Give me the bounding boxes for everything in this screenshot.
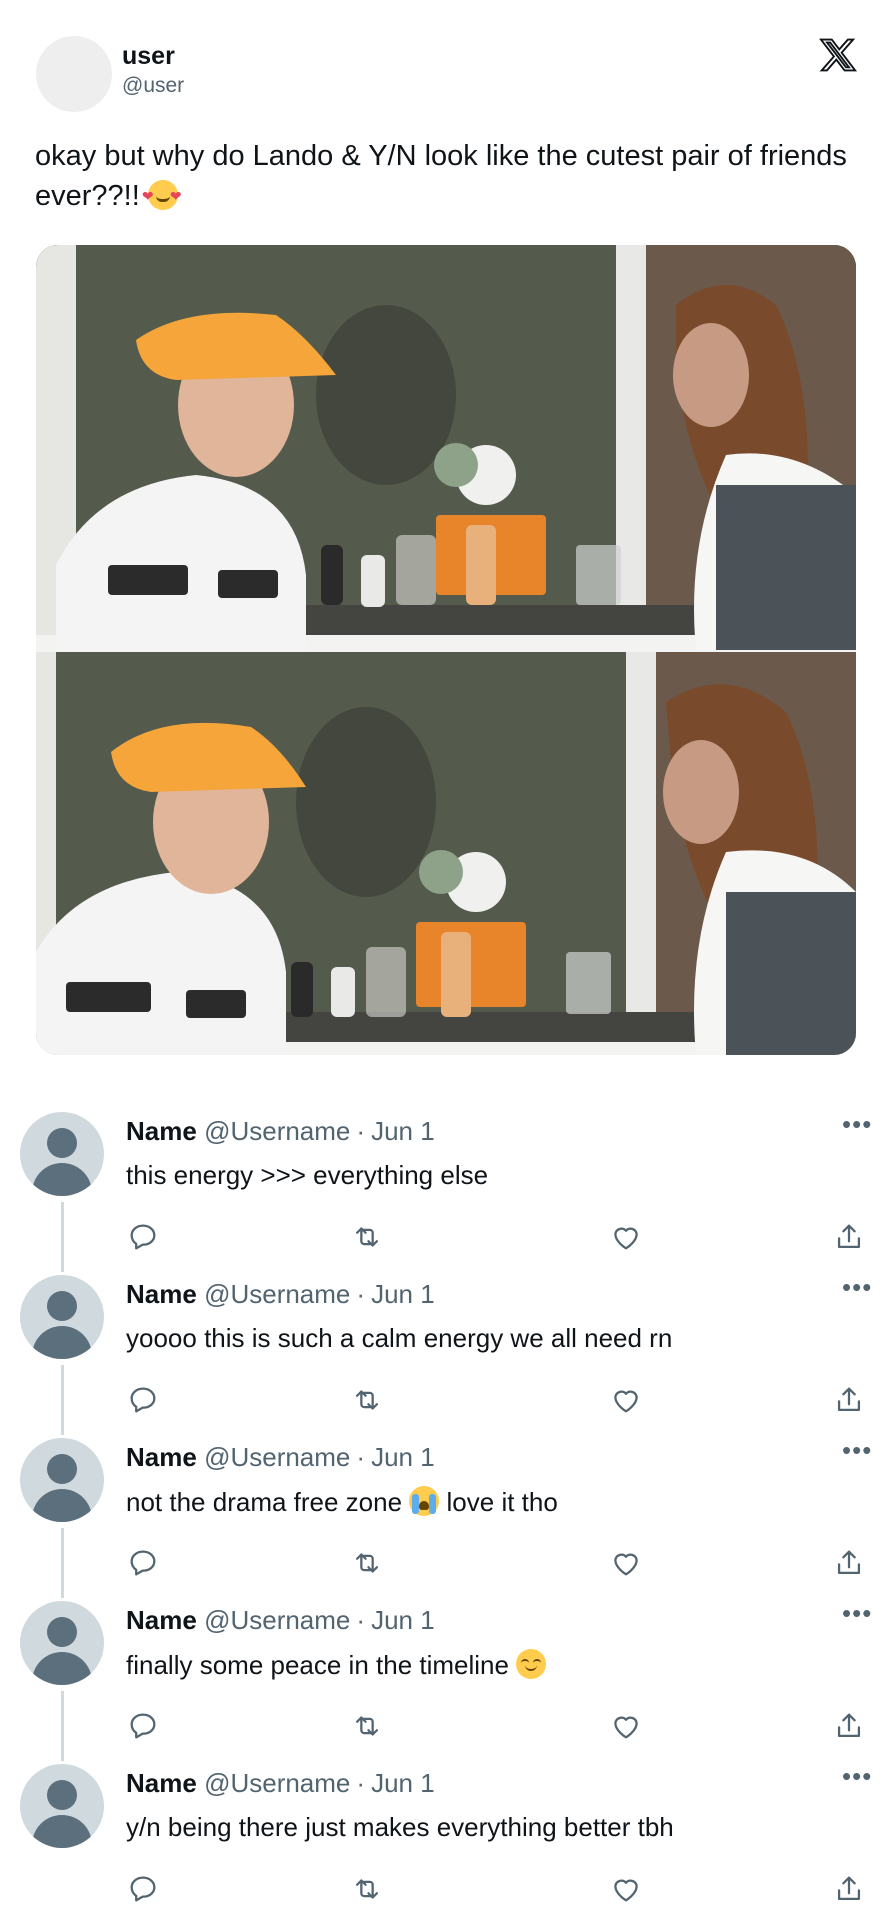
reply-separator: · [356,1116,366,1146]
reply-text: y/n being there just makes everything be… [126,1812,674,1842]
retweet-icon[interactable] [350,1872,384,1906]
reply-date[interactable]: Jun 1 [371,1116,435,1146]
reply-avatar[interactable] [20,1275,104,1359]
reply-username[interactable]: @Username [204,1279,350,1309]
avatar-head [47,1454,77,1484]
like-icon[interactable] [609,1220,643,1254]
tweet-photo-2[interactable] [36,652,856,1055]
reply-item[interactable]: Name @Username · Jun 1 ••• not the drama f… [0,1437,893,1601]
reply-date[interactable]: Jun 1 [371,1768,435,1798]
reply-date[interactable]: Jun 1 [371,1605,435,1635]
photo-1-illustration [36,245,856,650]
smiling-face-with-hearts-emoji: ❤ ❤ [142,180,182,210]
reply-meta: Name @Username · Jun 1 [126,1442,435,1473]
avatar-body [32,1652,92,1685]
reply-icon[interactable] [126,1709,160,1743]
tweet-media-grid[interactable] [36,245,856,1055]
more-options-icon[interactable]: ••• [842,1763,872,1789]
author-display-name[interactable]: user [122,42,175,71]
more-options-icon[interactable]: ••• [842,1111,872,1137]
tweet-header: user @user [0,0,893,140]
x-logo-icon[interactable] [818,36,858,74]
reply-meta: Name @Username · Jun 1 [126,1605,435,1636]
reply-text: this energy >>> everything else [126,1160,489,1190]
reply-item[interactable]: Name @Username · Jun 1 ••• finally some pe… [0,1600,893,1764]
reply-name[interactable]: Name [126,1442,197,1472]
reply-name[interactable]: Name [126,1768,197,1798]
reply-date[interactable]: Jun 1 [371,1442,435,1472]
reply-username[interactable]: @Username [204,1605,350,1635]
reply-meta: Name @Username · Jun 1 [126,1279,435,1310]
more-options-icon[interactable]: ••• [842,1437,872,1463]
reply-item[interactable]: Name @Username · Jun 1 ••• yoooo this is s… [0,1274,893,1438]
like-icon[interactable] [609,1383,643,1417]
avatar-body [32,1815,92,1848]
retweet-icon[interactable] [350,1220,384,1254]
avatar-body [32,1326,92,1359]
reply-text: not the drama free zone love it tho [126,1486,558,1518]
retweet-icon[interactable] [350,1383,384,1417]
avatar-head [47,1291,77,1321]
reply-icon[interactable] [126,1220,160,1254]
reply-avatar[interactable] [20,1438,104,1522]
retweet-icon[interactable] [350,1546,384,1580]
share-icon[interactable] [832,1709,866,1743]
avatar-body [32,1163,92,1196]
tweet-photo-1[interactable] [36,245,856,650]
author-avatar[interactable] [36,36,112,112]
reply-separator: · [356,1279,366,1309]
thread-line [61,1365,64,1435]
reply-username[interactable]: @Username [204,1768,350,1798]
reply-icon[interactable] [126,1383,160,1417]
reply-avatar[interactable] [20,1601,104,1685]
like-icon[interactable] [609,1872,643,1906]
avatar-head [47,1617,77,1647]
author-handle[interactable]: @user [122,74,184,98]
reply-separator: · [356,1442,366,1472]
reply-name[interactable]: Name [126,1605,197,1635]
avatar-head [47,1128,77,1158]
reply-icon[interactable] [126,1872,160,1906]
share-icon[interactable] [832,1872,866,1906]
loudly-crying-face-emoji [409,1486,440,1516]
reply-text-before: not the drama free zone [126,1487,403,1517]
share-icon[interactable] [832,1546,866,1580]
reply-name[interactable]: Name [126,1279,197,1309]
reply-name[interactable]: Name [126,1116,197,1146]
reply-text-after: love it tho [446,1487,558,1517]
avatar-body [32,1489,92,1522]
reply-username[interactable]: @Username [204,1442,350,1472]
relieved-face-emoji [516,1649,547,1679]
thread-line [61,1528,64,1598]
reply-meta: Name @Username · Jun 1 [126,1116,435,1147]
avatar-head [47,1780,77,1810]
reply-item[interactable]: Name @Username · Jun 1 ••• this energy >>>… [0,1111,893,1275]
reply-text-content: finally some peace in the timeline [126,1650,509,1680]
photo-2-illustration [36,652,856,1055]
retweet-icon[interactable] [350,1709,384,1743]
reply-separator: · [356,1768,366,1798]
reply-item[interactable]: Name @Username · Jun 1 ••• y/n being there… [0,1763,893,1920]
reply-text: finally some peace in the timeline [126,1649,547,1681]
share-icon[interactable] [832,1220,866,1254]
like-icon[interactable] [609,1546,643,1580]
thread-line [61,1202,64,1272]
reply-text: yoooo this is such a calm energy we all … [126,1323,673,1353]
reply-icon[interactable] [126,1546,160,1580]
tweet-text: okay but why do Lando & Y/N look like th… [35,136,855,216]
reply-date[interactable]: Jun 1 [371,1279,435,1309]
reply-avatar[interactable] [20,1112,104,1196]
reply-separator: · [356,1605,366,1635]
more-options-icon[interactable]: ••• [842,1274,872,1300]
thread-line [61,1691,64,1761]
like-icon[interactable] [609,1709,643,1743]
reply-avatar[interactable] [20,1764,104,1848]
reply-username[interactable]: @Username [204,1116,350,1146]
reply-meta: Name @Username · Jun 1 [126,1768,435,1799]
more-options-icon[interactable]: ••• [842,1600,872,1626]
share-icon[interactable] [832,1383,866,1417]
